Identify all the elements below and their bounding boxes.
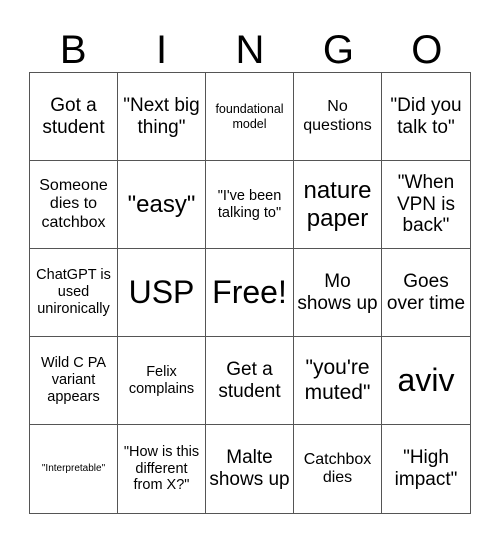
free-space-cell[interactable]: Free! (206, 249, 294, 337)
bingo-cell[interactable]: Wild C PA variant appears (30, 337, 118, 425)
bingo-cell[interactable]: "I've been talking to" (206, 161, 294, 249)
bingo-cell[interactable]: "Next big thing" (118, 73, 206, 161)
bingo-cell[interactable]: USP (118, 249, 206, 337)
bingo-cell[interactable]: Mo shows up (294, 249, 382, 337)
bingo-cell[interactable]: "Did you talk to" (382, 73, 470, 161)
bingo-cell[interactable]: nature paper (294, 161, 382, 249)
bingo-header: B I N G O (29, 20, 471, 72)
bingo-cell[interactable]: "How is this different from X?" (118, 425, 206, 513)
bingo-cell[interactable]: Get a student (206, 337, 294, 425)
bingo-cell[interactable]: ChatGPT is used unironically (30, 249, 118, 337)
bingo-cell[interactable]: "you're muted" (294, 337, 382, 425)
bingo-cell[interactable]: Malte shows up (206, 425, 294, 513)
bingo-cell[interactable]: "High impact" (382, 425, 470, 513)
bingo-cell[interactable]: foundational model (206, 73, 294, 161)
header-letter-g: G (322, 28, 354, 72)
header-letter-i: I (156, 28, 168, 72)
bingo-cell[interactable]: "Interpretable" (30, 425, 118, 513)
bingo-cell[interactable]: Felix complains (118, 337, 206, 425)
bingo-cell[interactable]: Someone dies to catchbox (30, 161, 118, 249)
bingo-cell[interactable]: No questions (294, 73, 382, 161)
bingo-cell[interactable]: "When VPN is back" (382, 161, 470, 249)
header-letter-o: O (411, 28, 443, 72)
bingo-grid: Got a student "Next big thing" foundatio… (29, 72, 471, 514)
bingo-cell[interactable]: "easy" (118, 161, 206, 249)
bingo-cell[interactable]: Catchbox dies (294, 425, 382, 513)
header-letter-n: N (235, 28, 265, 72)
bingo-cell[interactable]: Got a student (30, 73, 118, 161)
bingo-cell[interactable]: Goes over time (382, 249, 470, 337)
header-letter-b: B (59, 28, 87, 72)
bingo-cell[interactable]: aviv (382, 337, 470, 425)
